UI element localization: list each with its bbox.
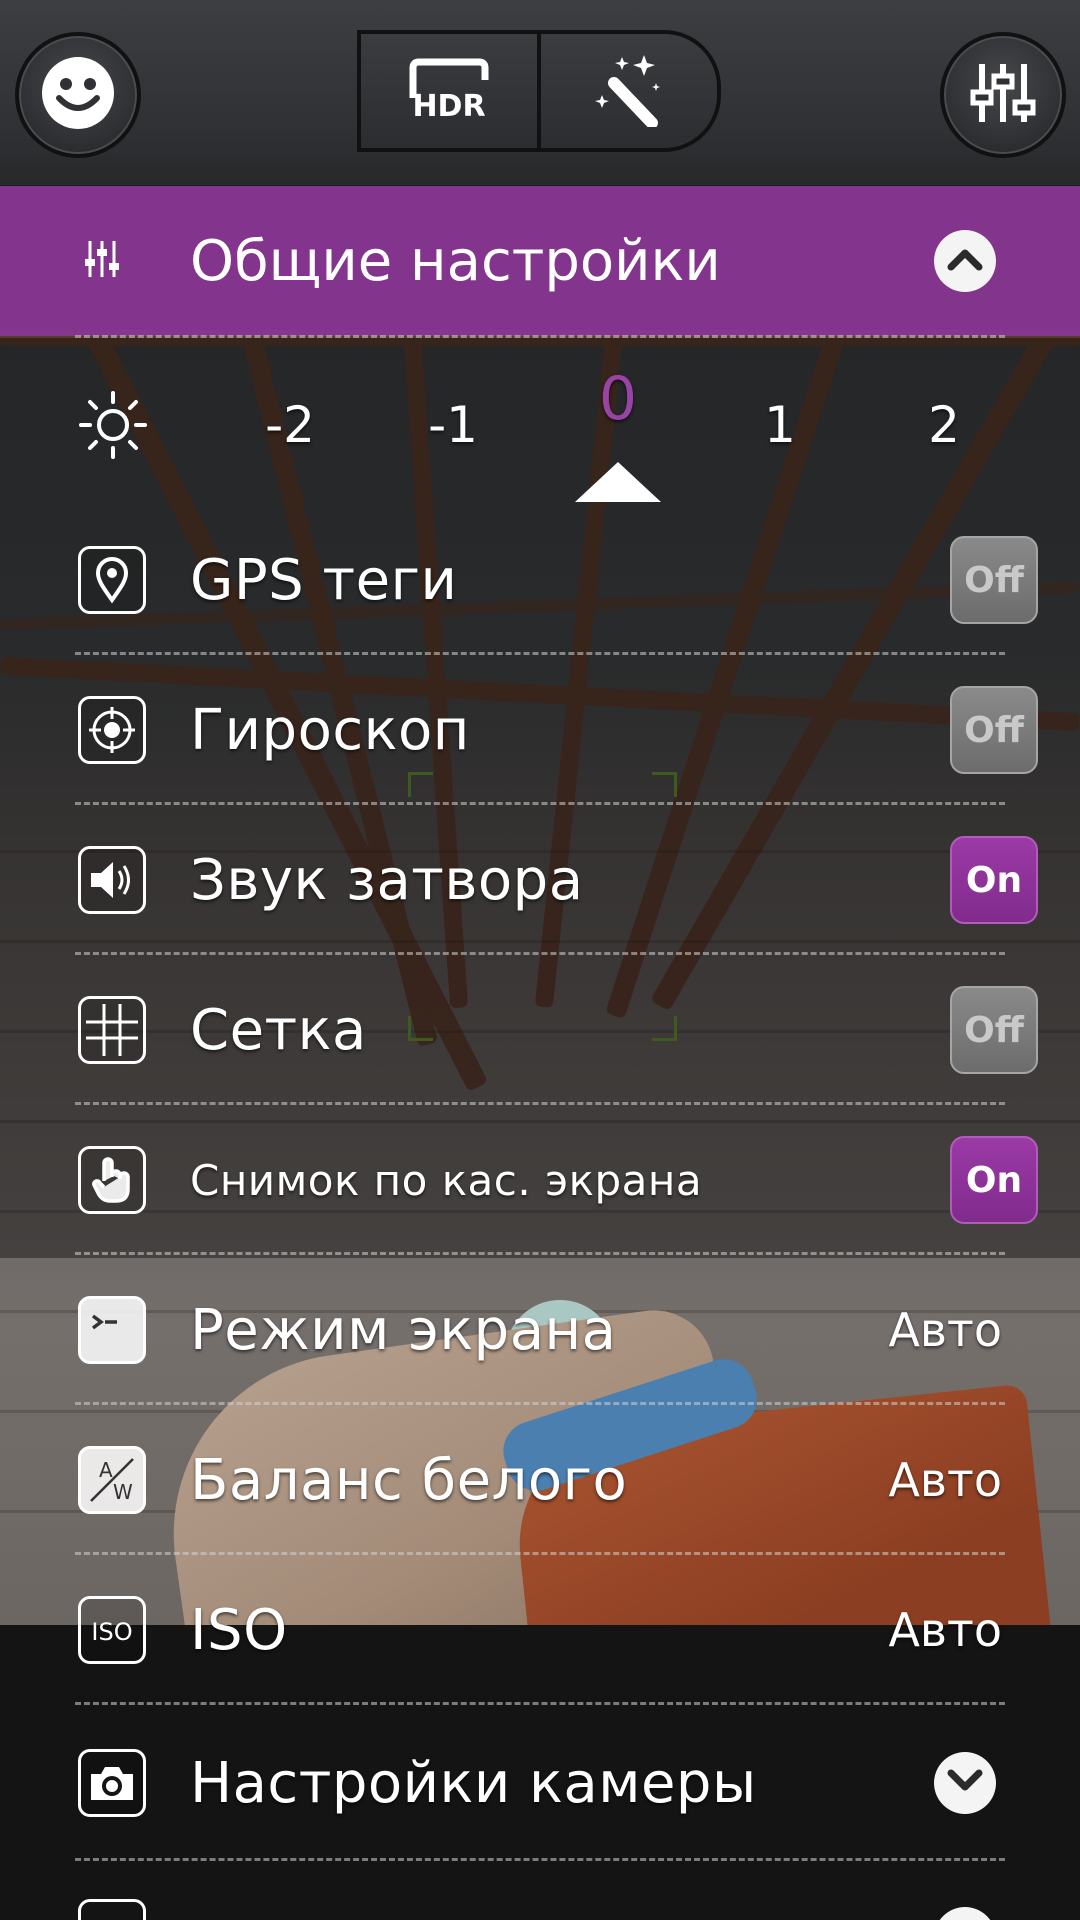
shutter-sound-toggle[interactable]: On	[950, 836, 1038, 924]
setting-row-gps[interactable]: GPS теги Off	[0, 505, 1080, 655]
setting-label: Сетка	[190, 997, 367, 1063]
setting-row-gyroscope[interactable]: Гироскоп Off	[0, 655, 1080, 805]
gyroscope-toggle[interactable]: Off	[950, 686, 1038, 774]
setting-row-iso[interactable]: ISO ISO Авто	[0, 1555, 1080, 1705]
camera-settings-header[interactable]: Настройки камеры	[0, 1708, 1080, 1858]
general-settings-icon	[78, 235, 126, 287]
setting-row-touch-capture[interactable]: Снимок по кас. экрана On	[0, 1105, 1080, 1255]
setting-value: Авто	[888, 1603, 1002, 1657]
setting-label: Режим экрана	[190, 1297, 617, 1363]
exposure-value-selected[interactable]: 0	[599, 364, 637, 434]
hdr-label: HDR	[412, 89, 485, 120]
setting-label: Гироскоп	[190, 697, 470, 763]
brightness-icon	[78, 390, 148, 464]
screen-mode-icon	[78, 1296, 146, 1364]
setting-value: Авто	[888, 1303, 1002, 1357]
magic-wand-icon	[594, 51, 664, 131]
svg-text:A: A	[99, 1458, 113, 1482]
setting-label: GPS теги	[190, 547, 458, 613]
mode-switcher: HDR	[357, 30, 721, 152]
exposure-scale[interactable]: -2 -1 0 1 2	[0, 340, 1080, 510]
setting-row-shutter-sound[interactable]: Звук затвора On	[0, 805, 1080, 955]
setting-row-screen-mode[interactable]: Режим экрана Авто	[0, 1255, 1080, 1405]
face-mode-button[interactable]	[15, 32, 141, 158]
divider	[75, 1702, 1005, 1705]
exposure-value[interactable]: 2	[928, 396, 960, 454]
smile-icon	[39, 54, 117, 136]
settings-sliders-icon	[968, 58, 1038, 132]
speaker-icon	[78, 846, 146, 914]
exposure-value[interactable]: 1	[764, 396, 796, 454]
setting-row-grid[interactable]: Сетка Off	[0, 955, 1080, 1105]
setting-label: Баланс белого	[190, 1447, 628, 1513]
hdr-button[interactable]: HDR	[361, 34, 537, 148]
section-icon	[78, 1899, 146, 1920]
expand-button[interactable]	[934, 1907, 996, 1920]
gps-toggle[interactable]: Off	[950, 536, 1038, 624]
setting-label: Звук затвора	[190, 847, 584, 913]
iso-icon: ISO	[78, 1596, 146, 1664]
white-balance-icon: A W	[78, 1446, 146, 1514]
expand-button[interactable]	[934, 1752, 996, 1814]
svg-text:W: W	[113, 1480, 133, 1504]
svg-text:ISO: ISO	[91, 1618, 132, 1646]
exposure-value[interactable]: -1	[428, 396, 478, 454]
hdr-icon: HDR	[403, 58, 495, 124]
setting-label: Снимок по кас. экрана	[190, 1155, 703, 1205]
exposure-pointer[interactable]	[575, 462, 661, 502]
settings-button[interactable]	[940, 32, 1066, 158]
setting-value: Авто	[888, 1453, 1002, 1507]
top-bar: HDR	[0, 0, 1080, 187]
grid-toggle[interactable]: Off	[950, 986, 1038, 1074]
chevron-down-icon	[947, 1769, 983, 1797]
divider	[75, 335, 1005, 338]
grid-icon	[78, 996, 146, 1064]
location-pin-icon	[78, 546, 146, 614]
setting-row-white-balance[interactable]: A W Баланс белого Авто	[0, 1405, 1080, 1555]
next-section-header-partial[interactable]	[0, 1895, 1080, 1920]
general-settings-title: Общие настройки	[190, 228, 721, 294]
touch-hand-icon	[78, 1146, 146, 1214]
touch-capture-toggle[interactable]: On	[950, 1136, 1038, 1224]
collapse-button[interactable]	[934, 230, 996, 292]
auto-enhance-button[interactable]	[537, 34, 717, 148]
general-settings-header[interactable]: Общие настройки	[0, 186, 1080, 336]
exposure-value[interactable]: -2	[265, 396, 315, 454]
chevron-up-icon	[947, 247, 983, 275]
divider	[75, 1858, 1005, 1861]
camera-settings-title: Настройки камеры	[190, 1750, 757, 1816]
gyroscope-icon	[78, 696, 146, 764]
camera-icon	[78, 1749, 146, 1817]
setting-label: ISO	[190, 1597, 288, 1663]
